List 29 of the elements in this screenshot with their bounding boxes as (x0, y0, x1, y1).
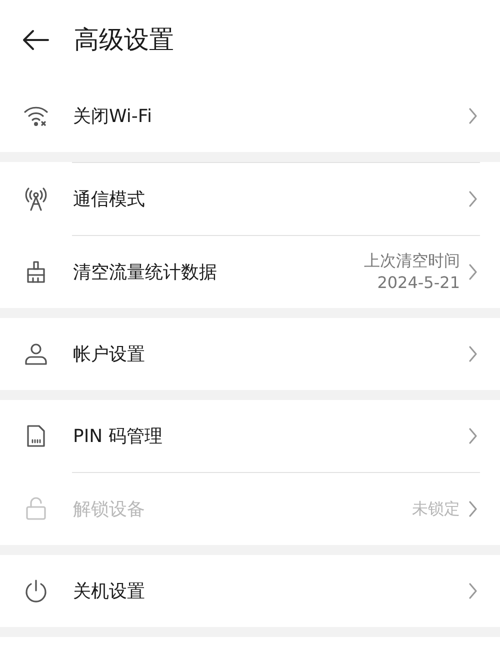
settings-row[interactable]: 清空流量统计数据 上次清空时间 2024-5-21 (0, 236, 500, 308)
row-label: 解锁设备 (73, 498, 146, 522)
page-title: 高级设置 (74, 24, 174, 56)
row-value: 上次清空时间 (364, 250, 460, 272)
antenna-icon (23, 186, 49, 212)
back-arrow-icon[interactable] (22, 28, 50, 52)
row-value: 未锁定 (412, 498, 460, 520)
settings-row[interactable]: 帐户设置 (0, 318, 500, 390)
settings-row[interactable]: 关闭Wi-Fi (0, 80, 500, 152)
chevron-right-icon (468, 427, 478, 445)
chevron-right-icon (468, 500, 478, 518)
row-label: 通信模式 (73, 188, 146, 212)
settings-row[interactable]: PIN 码管理 (0, 400, 500, 472)
settings-row[interactable]: 关机设置 (0, 555, 500, 627)
chevron-right-icon (468, 582, 478, 600)
chevron-right-icon (468, 263, 478, 281)
power-icon (23, 578, 49, 604)
unlock-icon (23, 496, 49, 522)
row-label: 帐户设置 (73, 342, 146, 366)
row-label: 关机设置 (73, 580, 146, 604)
chevron-right-icon (468, 190, 478, 208)
row-label: 清空流量统计数据 (73, 260, 218, 284)
chevron-right-icon (468, 345, 478, 363)
row-label: PIN 码管理 (73, 424, 164, 448)
settings-row[interactable]: 通信模式 (0, 163, 500, 235)
chevron-right-icon (468, 107, 478, 125)
row-value: 2024-5-21 (377, 272, 460, 294)
person-icon (23, 341, 49, 367)
row-label: 关闭Wi-Fi (73, 104, 153, 128)
